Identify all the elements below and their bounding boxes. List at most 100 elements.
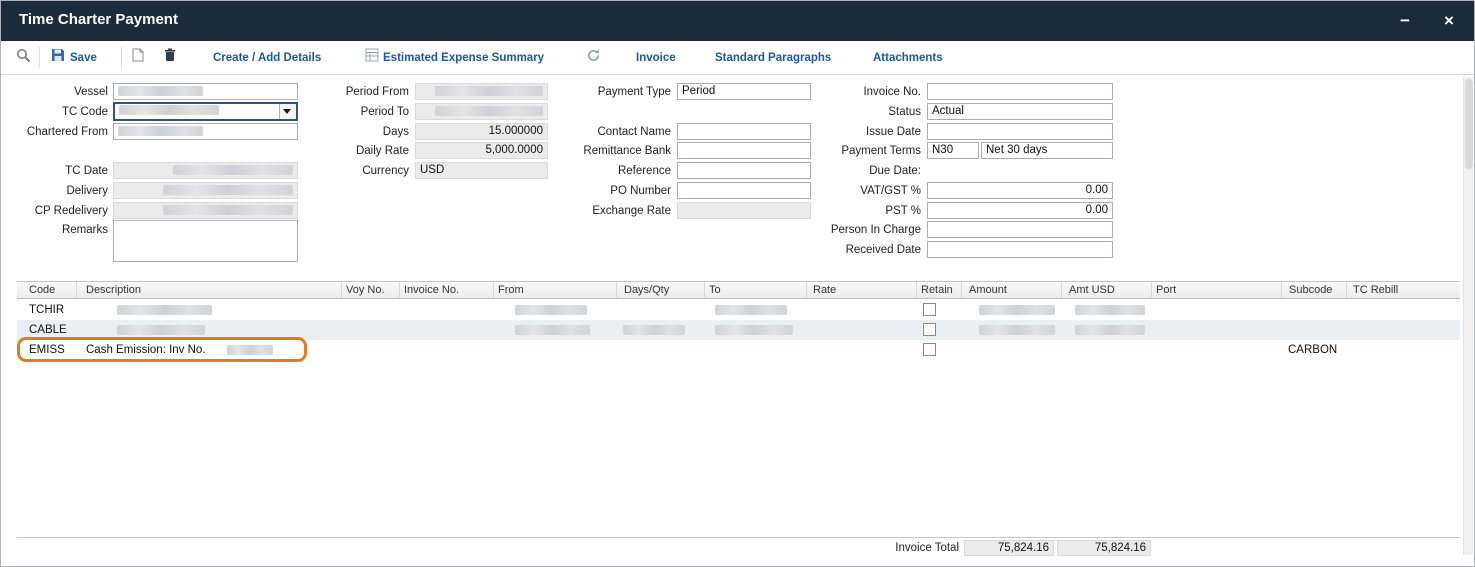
column-header-days-qty[interactable]: Days/Qty <box>617 282 705 298</box>
estimated-expense-summary-button[interactable]: Estimated Expense Summary <box>365 41 544 74</box>
refresh-icon <box>586 48 601 68</box>
issue-date-field[interactable] <box>927 123 1113 140</box>
daily-rate-label: Daily Rate <box>281 142 409 160</box>
tc-date-field <box>113 162 298 179</box>
search-button[interactable] <box>16 41 31 74</box>
column-header-to[interactable]: To <box>705 282 807 298</box>
standard-paragraphs-label: Standard Paragraphs <box>715 52 831 64</box>
remarks-field[interactable] <box>113 220 298 262</box>
invoice-button[interactable]: Invoice <box>636 41 676 74</box>
tc-code-label: TC Code <box>1 103 108 121</box>
reference-label: Reference <box>541 162 671 180</box>
redacted-from-date <box>515 305 587 315</box>
chartered-from-field[interactable] <box>113 123 298 140</box>
trash-icon <box>164 48 176 67</box>
column-header-description[interactable]: Description <box>77 282 342 298</box>
vat-gst-label: VAT/GST % <box>791 182 921 200</box>
remarks-label: Remarks <box>1 221 108 239</box>
save-button[interactable]: Save <box>51 41 97 74</box>
received-date-field[interactable] <box>927 241 1113 258</box>
table-header: Code Description Voy No. Invoice No. Fro… <box>17 282 1460 299</box>
tc-code-select[interactable] <box>113 102 298 121</box>
invoice-total-field: 75,824.16 <box>964 540 1054 556</box>
period-from-label: Period From <box>281 83 409 101</box>
scrollbar-thumb[interactable] <box>1465 79 1473 169</box>
column-header-subcode[interactable]: Subcode <box>1282 282 1347 298</box>
delivery-label: Delivery <box>1 182 108 200</box>
create-add-details-button[interactable]: Create / Add Details <box>213 41 321 74</box>
invoice-no-label: Invoice No. <box>791 83 921 101</box>
redacted-amount <box>979 305 1055 315</box>
delivery-field <box>113 182 298 199</box>
redacted-amt-usd <box>1075 325 1145 335</box>
vat-gst-field[interactable]: 0.00 <box>927 182 1113 199</box>
search-icon <box>16 48 31 68</box>
close-button[interactable]: × <box>1436 9 1462 33</box>
invoice-total-label: Invoice Total <box>831 539 959 557</box>
vertical-scrollbar[interactable] <box>1463 77 1473 555</box>
redacted-from-date <box>515 325 590 335</box>
invoice-button-label: Invoice <box>636 52 676 64</box>
attachments-label: Attachments <box>873 52 943 64</box>
create-add-details-label: Create / Add Details <box>213 52 321 64</box>
payment-terms-code-field[interactable]: N30 <box>927 142 979 159</box>
retain-checkbox[interactable] <box>923 303 936 316</box>
issue-date-label: Issue Date <box>791 123 921 141</box>
attachments-button[interactable]: Attachments <box>873 41 943 74</box>
payment-terms-desc-field: Net 30 days <box>981 142 1113 159</box>
retain-checkbox[interactable] <box>923 323 936 336</box>
redacted-to-date <box>715 305 787 315</box>
payment-type-label: Payment Type <box>541 83 671 101</box>
column-header-retain[interactable]: Retain <box>917 282 962 298</box>
column-header-amt-usd[interactable]: Amt USD <box>1062 282 1152 298</box>
daily-rate-field: 5,000.0000 <box>415 142 548 159</box>
redacted-amt-usd <box>1075 305 1145 315</box>
redacted-amount <box>979 325 1055 335</box>
person-in-charge-field[interactable] <box>927 221 1113 238</box>
column-header-tc-rebill[interactable]: TC Rebill <box>1347 282 1460 298</box>
table-row[interactable]: CABLE <box>17 320 1460 340</box>
titlebar: Time Charter Payment − × <box>1 1 1474 41</box>
refresh-button[interactable] <box>586 41 601 74</box>
table-row[interactable]: TCHIR <box>17 300 1460 320</box>
chartered-from-label: Chartered From <box>1 123 108 141</box>
column-header-invoice-no[interactable]: Invoice No. <box>400 282 494 298</box>
spreadsheet-icon <box>365 48 379 67</box>
vessel-field[interactable] <box>113 83 298 100</box>
time-charter-payment-window: Time Charter Payment − × Save <box>0 0 1475 567</box>
cell-subcode: CARBON <box>1288 340 1337 360</box>
invoice-no-field[interactable] <box>927 83 1113 100</box>
redacted-invoice-ref <box>227 345 273 355</box>
delete-button[interactable] <box>164 41 176 74</box>
standard-paragraphs-button[interactable]: Standard Paragraphs <box>715 41 831 74</box>
retain-checkbox[interactable] <box>923 343 936 356</box>
toolbar-separator <box>121 47 122 68</box>
table-row[interactable]: EMISS Cash Emission: Inv No. CARBON <box>17 340 1460 360</box>
minimize-button[interactable]: − <box>1392 9 1418 33</box>
save-button-label: Save <box>70 52 97 64</box>
document-icon <box>132 48 144 67</box>
exchange-rate-label: Exchange Rate <box>541 202 671 220</box>
redacted-description <box>117 305 212 315</box>
column-header-code[interactable]: Code <box>17 282 77 298</box>
currency-label: Currency <box>281 162 409 180</box>
column-header-amount[interactable]: Amount <box>962 282 1062 298</box>
toolbar-separator <box>39 47 40 68</box>
person-in-charge-label: Person In Charge <box>791 221 921 239</box>
copy-button[interactable] <box>132 41 144 74</box>
received-date-label: Received Date <box>791 241 921 259</box>
days-field: 15.000000 <box>415 123 548 140</box>
invoice-total-usd-field: 75,824.16 <box>1057 540 1151 556</box>
remittance-bank-label: Remittance Bank <box>541 142 671 160</box>
tc-date-label: TC Date <box>1 162 108 180</box>
column-header-rate[interactable]: Rate <box>807 282 917 298</box>
window-title: Time Charter Payment <box>19 11 178 28</box>
column-header-from[interactable]: From <box>494 282 617 298</box>
status-label: Status <box>791 103 921 121</box>
column-header-port[interactable]: Port <box>1152 282 1282 298</box>
status-field[interactable]: Actual <box>927 103 1113 120</box>
pst-field[interactable]: 0.00 <box>927 202 1113 219</box>
column-header-voy-no[interactable]: Voy No. <box>342 282 400 298</box>
estimated-expense-summary-label: Estimated Expense Summary <box>383 52 544 64</box>
payment-terms-label: Payment Terms <box>791 142 921 160</box>
